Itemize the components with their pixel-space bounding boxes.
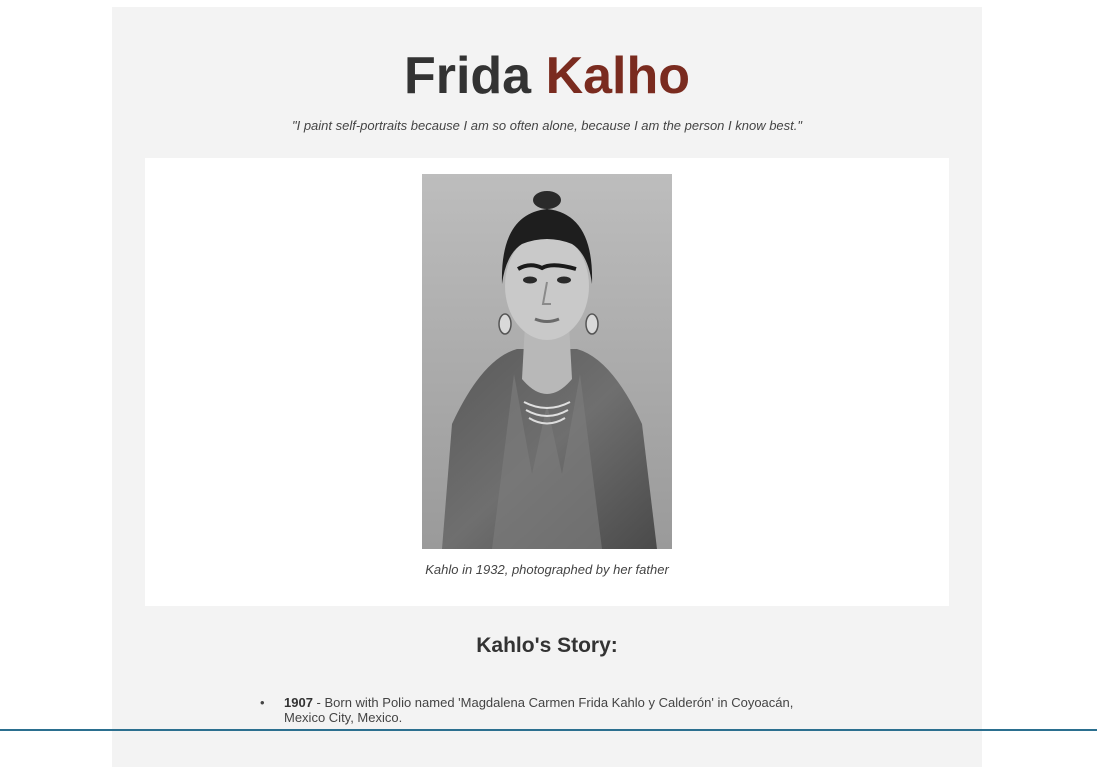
portrait-photo <box>422 174 672 549</box>
image-section: Kahlo in 1932, photographed by her fathe… <box>145 158 949 606</box>
story-heading: Kahlo's Story: <box>476 634 618 657</box>
page-title: Frida Kalho <box>112 50 982 102</box>
tagline-quote: "I paint self-portraits because I am so … <box>291 118 802 133</box>
timeline-item: • 1907 - Born with Polio named 'Magdalen… <box>260 695 824 725</box>
title-last-name: Kalho <box>545 47 691 105</box>
bullet-icon: • <box>260 695 265 710</box>
main-container: Frida Kalho "I paint self-portraits beca… <box>112 7 982 767</box>
timeline-list: • 1907 - Born with Polio named 'Magdalen… <box>260 695 824 725</box>
timeline-year: 1907 <box>284 695 313 710</box>
timeline-text: - Born with Polio named 'Magdalena Carme… <box>284 695 794 725</box>
image-caption: Kahlo in 1932, photographed by her fathe… <box>425 562 669 577</box>
title-first-name: Frida <box>403 47 532 105</box>
portrait-illustration <box>422 174 672 549</box>
